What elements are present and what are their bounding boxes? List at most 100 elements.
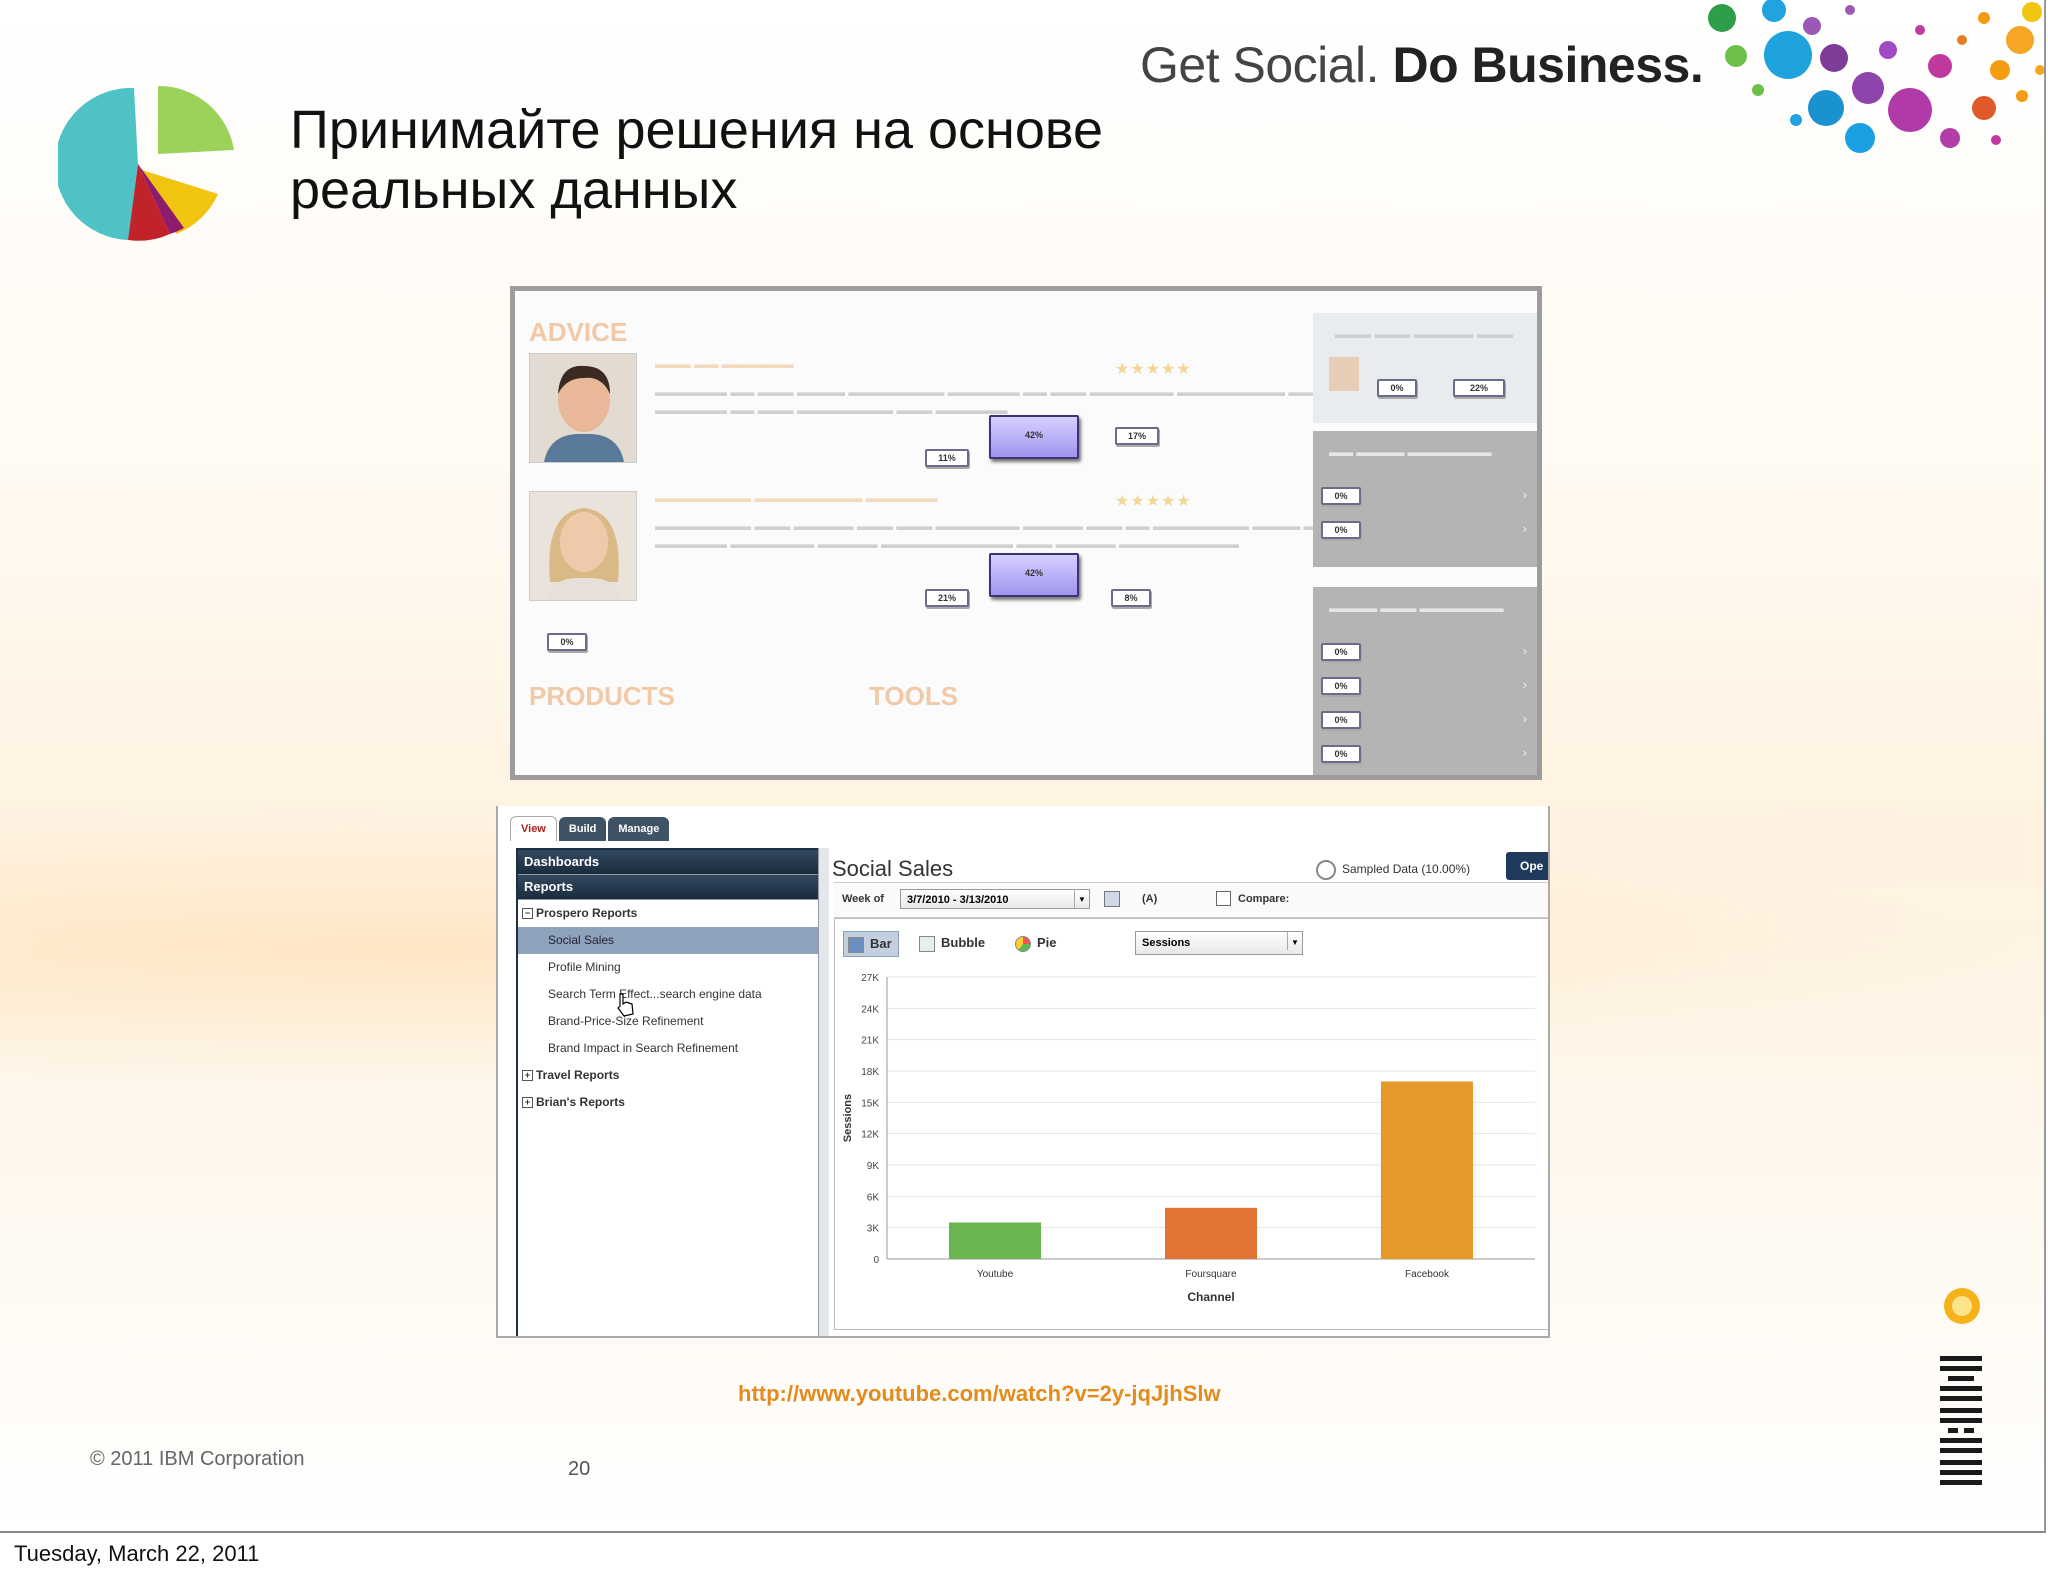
chart-type-bar-label: Bar	[870, 936, 892, 951]
sidebar-get-started: ▬▬▬ ▬▬▬ ▬▬▬▬▬ ▬▬▬ 0% 22%	[1313, 313, 1537, 423]
pie-chart-icon	[1015, 935, 1031, 952]
y-tick-label: 9K	[867, 1161, 880, 1172]
collapse-icon[interactable]: −	[522, 908, 533, 920]
bubble-chart-icon	[919, 935, 935, 952]
tree-item-profile-mining[interactable]: Profile Mining	[518, 954, 818, 981]
bar-chart-icon	[848, 936, 864, 953]
article-title-2: ▬▬▬▬▬▬▬▬ ▬▬▬▬▬▬▬▬▬ ▬▬▬▬▬▬	[655, 491, 938, 505]
chart-type-bar[interactable]: Bar	[843, 931, 899, 957]
contact-avatar	[1329, 357, 1359, 391]
tree-group-prospero[interactable]: − Prospero Reports	[518, 900, 818, 927]
video-link[interactable]: http://www.youtube.com/watch?v=2y-jqJjhS…	[738, 1381, 1221, 1407]
calendar-icon[interactable]	[1104, 891, 1120, 907]
overlay-pct-6[interactable]: 8%	[1111, 589, 1151, 607]
sessions-bar-chart: 0 3K 6K 9K 12K 15K 18K 21K 24K 27K Youtube Foursqua…	[842, 973, 1535, 1304]
tree-item-brand-impact[interactable]: Brand Impact in Search Refinement	[518, 1035, 818, 1062]
chevron-right-icon[interactable]: ›	[1523, 487, 1527, 502]
week-label: Week of	[842, 893, 884, 905]
article-text-2b: ▬▬▬▬▬▬ ▬▬▬▬▬▬▬ ▬▬▬▬▬ ▬▬▬▬▬▬▬▬▬▬▬ ▬▬▬ ▬▬▬…	[655, 537, 1240, 551]
filter-bar: Week of 3/7/2010 - 3/13/2010 ▼ (A) Compar…	[834, 882, 1548, 918]
overlay-pct-3[interactable]: 11%	[925, 449, 969, 467]
chart-type-pie[interactable]: Pie	[1015, 931, 1057, 955]
slide: Get Social. Do Business. Принимайте реше…	[0, 0, 2046, 1533]
sidebar-help-support-heading: ▬▬▬▬ ▬▬▬ ▬▬▬▬▬▬▬	[1329, 601, 1504, 615]
expand-icon[interactable]: +	[522, 1070, 533, 1082]
nav-dashboards[interactable]: Dashboards	[518, 850, 818, 875]
x-tick-label: Foursquare	[1185, 1269, 1237, 1280]
pie-chart-logo	[58, 85, 234, 241]
rating-stars-1: ★★★★★	[1115, 361, 1192, 378]
overlay-pct-4[interactable]: 42%	[989, 553, 1079, 597]
tree-item-social-sales[interactable]: Social Sales	[518, 927, 818, 954]
tab-view[interactable]: View	[510, 816, 557, 841]
x-tick-label: Facebook	[1405, 1269, 1450, 1280]
article-title-1: ▬▬▬ ▬▬ ▬▬▬▬▬▬	[655, 357, 794, 371]
sampled-data-label: Sampled Data (10.00%)	[1342, 862, 1471, 877]
chart-type-bubble[interactable]: Bubble	[919, 931, 985, 955]
overlay-pct-1[interactable]: 42%	[989, 415, 1079, 459]
article-text-1b: ▬▬▬▬▬▬ ▬▬ ▬▬▬ ▬▬▬▬▬▬▬▬ ▬▬▬ ▬▬▬▬▬▬	[655, 403, 1008, 417]
a-label: (A)	[1142, 893, 1158, 905]
chevron-right-icon[interactable]: ›	[1523, 521, 1527, 536]
sidebar-in-this-section-heading: ▬▬ ▬▬▬▬ ▬▬▬▬▬▬▬	[1329, 445, 1492, 459]
section-heading-tools: TOOLS	[869, 681, 959, 711]
avatar-man	[529, 353, 637, 463]
chart-type-pie-label: Pie	[1037, 935, 1057, 950]
report-title: Social Sales	[832, 856, 954, 881]
sampling-icon	[1316, 860, 1336, 880]
sidebar-pct-6[interactable]: 0%	[1321, 745, 1361, 763]
tab-build[interactable]: Build	[558, 817, 607, 841]
sidebar-pct-2[interactable]: 0%	[1321, 521, 1361, 539]
chevron-right-icon[interactable]: ›	[1523, 711, 1527, 726]
page-number: 20	[568, 1458, 591, 1480]
tree-item-brand-price[interactable]: Brand-Price-Size Refinement	[518, 1008, 818, 1035]
dropdown-arrow-icon[interactable]: ▼	[1074, 890, 1089, 908]
tree-group-brian[interactable]: + Brian's Reports	[518, 1089, 818, 1116]
chevron-right-icon[interactable]: ›	[1523, 677, 1527, 692]
open-button[interactable]: Ope	[1506, 852, 1548, 880]
report-panel: Social Sales Sampled Data (10.00%) Ope W…	[830, 848, 1548, 1336]
tree-item-search-term[interactable]: Search Term Effect...search engine data	[518, 981, 818, 1008]
overlay-pct-7[interactable]: 0%	[547, 633, 587, 651]
compare-checkbox[interactable]	[1216, 891, 1231, 906]
sidebar-get-started-text: ▬▬▬ ▬▬▬ ▬▬▬▬▬ ▬▬▬	[1335, 327, 1514, 341]
tab-manage[interactable]: Manage	[608, 817, 670, 841]
chevron-right-icon[interactable]: ›	[1523, 643, 1527, 658]
section-heading-products: PRODUCTS	[529, 681, 675, 711]
overlay-pct-2[interactable]: 17%	[1115, 427, 1159, 445]
y-tick-label: 6K	[867, 1192, 880, 1203]
tree-group-travel[interactable]: + Travel Reports	[518, 1062, 818, 1089]
overlay-pct-contact-a[interactable]: 0%	[1377, 379, 1417, 397]
article-text-1: ▬▬▬▬▬▬ ▬▬ ▬▬▬ ▬▬▬▬ ▬▬▬▬▬▬▬▬ ▬▬▬▬▬▬ ▬▬ ▬▬…	[655, 385, 1373, 399]
page-overlay-screenshot: ADVICE ▬▬▬ ▬▬ ▬▬▬▬▬▬ ▬▬▬▬▬▬ ▬▬ ▬▬▬ ▬▬▬▬ …	[510, 286, 1542, 780]
article-text-2: ▬▬▬▬▬▬▬▬ ▬▬▬ ▬▬▬▬▬ ▬▬▬ ▬▬▬ ▬▬▬▬▬▬▬ ▬▬▬▬▬…	[655, 519, 1428, 533]
sidebar-help-support: ▬▬▬▬ ▬▬▬ ▬▬▬▬▬▬▬ 0% › 0% › 0% › 0% ›	[1313, 587, 1537, 775]
sidebar-pct-5[interactable]: 0%	[1321, 711, 1361, 729]
expand-icon[interactable]: +	[522, 1097, 533, 1109]
overlay-pct-contact-b[interactable]: 22%	[1453, 379, 1505, 397]
x-tick-label: Youtube	[977, 1269, 1014, 1280]
chevron-right-icon[interactable]: ›	[1523, 745, 1527, 760]
hand-cursor-icon	[617, 993, 634, 1017]
chart-area: Bar Bubble Pie Sessions ▼ 0 3K 6K 9K 12K 15K 18…	[834, 918, 1548, 1330]
sampled-data-indicator[interactable]: Sampled Data (10.00%)	[1316, 860, 1470, 880]
metric-select[interactable]: Sessions ▼	[1135, 931, 1303, 955]
sidebar-pct-4[interactable]: 0%	[1321, 677, 1361, 695]
slide-title: Принимайте решения на основе реальных да…	[290, 100, 1103, 220]
y-tick-label: 18K	[861, 1067, 879, 1078]
y-tick-label: 12K	[861, 1130, 879, 1141]
panel-splitter[interactable]	[818, 848, 829, 1336]
y-tick-label: 27K	[861, 973, 879, 984]
bar-facebook	[1381, 1081, 1473, 1259]
sidebar-pct-3[interactable]: 0%	[1321, 643, 1361, 661]
sidebar-pct-1[interactable]: 0%	[1321, 487, 1361, 505]
tree-group-label: Travel Reports	[536, 1068, 620, 1082]
analytics-app-screenshot: View Build Manage Dashboards Reports − Pros…	[496, 806, 1550, 1338]
week-select[interactable]: 3/7/2010 - 3/13/2010 ▼	[900, 889, 1090, 909]
overlay-pct-5[interactable]: 21%	[925, 589, 969, 607]
nav-reports[interactable]: Reports	[518, 875, 818, 900]
copyright: © 2011 IBM Corporation	[90, 1448, 305, 1470]
sidebar-in-this-section: ▬▬ ▬▬▬▬ ▬▬▬▬▬▬▬ 0% › 0% ›	[1313, 431, 1537, 567]
dropdown-arrow-icon[interactable]: ▼	[1287, 932, 1302, 950]
y-tick-label: 0	[873, 1255, 879, 1266]
